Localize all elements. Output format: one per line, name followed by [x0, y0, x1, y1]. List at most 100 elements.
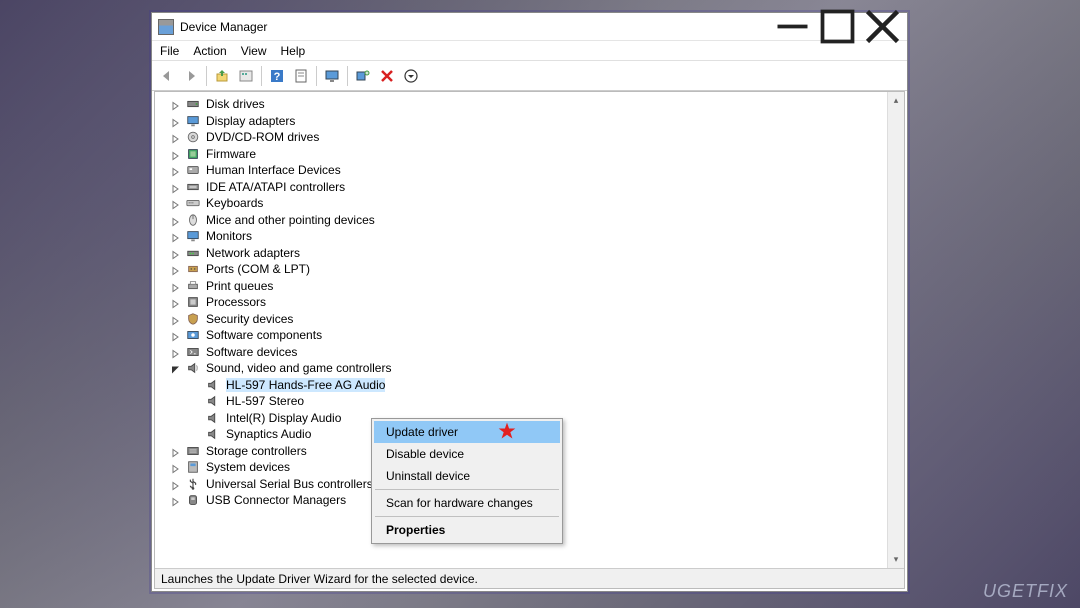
tree-node-display[interactable]: Display adapters [159, 113, 887, 130]
ctx-uninstall-device[interactable]: Uninstall device [374, 465, 560, 487]
node-label: Intel(R) Display Audio [226, 411, 341, 425]
ctx-scan-hardware[interactable]: Scan for hardware changes [374, 492, 560, 514]
maximize-button[interactable] [815, 14, 860, 40]
scan-icon [355, 68, 371, 84]
scroll-down-button[interactable]: ▾ [888, 551, 904, 568]
show-hidden-button[interactable] [235, 65, 257, 87]
tree-node-mouse[interactable]: Mice and other pointing devices [159, 212, 887, 229]
menu-help[interactable]: Help [281, 44, 306, 58]
forward-button[interactable] [180, 65, 202, 87]
show-hidden-icon [238, 68, 254, 84]
help-button[interactable]: ? [266, 65, 288, 87]
tree-node-sound[interactable]: Sound, video and game controllers [159, 360, 887, 377]
chevron-right-icon[interactable] [171, 314, 180, 323]
remove-x-icon [379, 68, 395, 84]
chevron-right-icon[interactable] [171, 463, 180, 472]
node-label: Mice and other pointing devices [206, 213, 375, 227]
tree-node-cpu[interactable]: Processors [159, 294, 887, 311]
tree-node-disk[interactable]: Disk drives [159, 96, 887, 113]
chevron-right-icon[interactable] [171, 347, 180, 356]
context-menu: Update driver Disable device Uninstall d… [371, 418, 563, 544]
node-label: HL-597 Stereo [226, 394, 304, 408]
speaker-icon [205, 378, 221, 392]
chevron-right-icon[interactable] [171, 331, 180, 340]
uninstall-button[interactable] [376, 65, 398, 87]
action-dropdown-button[interactable] [400, 65, 422, 87]
tree-node-hid[interactable]: Human Interface Devices [159, 162, 887, 179]
titlebar[interactable]: Device Manager [152, 13, 907, 41]
ctx-properties[interactable]: Properties [374, 519, 560, 541]
menu-view[interactable]: View [241, 44, 267, 58]
tree-node-audio-device[interactable]: HL-597 Hands-Free AG Audio [159, 377, 887, 394]
forward-arrow-icon [183, 68, 199, 84]
tree-node-security[interactable]: Security devices [159, 311, 887, 328]
menu-file[interactable]: File [160, 44, 179, 58]
chevron-right-icon[interactable] [171, 496, 180, 505]
tree-node-swdev[interactable]: Software devices [159, 344, 887, 361]
ctx-separator [375, 489, 559, 490]
chevron-down-icon[interactable] [171, 364, 180, 373]
node-label: Software devices [206, 345, 297, 359]
tree-node-audio-device[interactable]: HL-597 Stereo [159, 393, 887, 410]
vertical-scrollbar[interactable]: ▴ ▾ [887, 92, 904, 568]
node-label: Software components [206, 328, 322, 342]
window-title: Device Manager [180, 20, 770, 34]
chevron-right-icon[interactable] [171, 182, 180, 191]
firmware-icon [185, 147, 201, 161]
chevron-right-icon[interactable] [171, 166, 180, 175]
tree-node-monitor[interactable]: Monitors [159, 228, 887, 245]
system-icon [185, 460, 201, 474]
speaker-icon [205, 427, 221, 441]
ctx-update-driver[interactable]: Update driver [374, 421, 560, 443]
chevron-right-icon[interactable] [171, 133, 180, 142]
node-label: Keyboards [206, 196, 263, 210]
properties-icon [293, 68, 309, 84]
display-icon [185, 114, 201, 128]
chevron-right-icon[interactable] [171, 100, 180, 109]
menu-action[interactable]: Action [193, 44, 226, 58]
scroll-track[interactable] [888, 109, 904, 551]
chevron-right-icon[interactable] [171, 215, 180, 224]
node-label: System devices [206, 460, 290, 474]
storage-icon [185, 444, 201, 458]
chevron-right-icon[interactable] [171, 281, 180, 290]
update-driver-button[interactable] [321, 65, 343, 87]
disk-icon [185, 97, 201, 111]
chevron-right-icon[interactable] [171, 479, 180, 488]
tree-node-firmware[interactable]: Firmware [159, 146, 887, 163]
chevron-right-icon[interactable] [171, 248, 180, 257]
ctx-disable-device[interactable]: Disable device [374, 443, 560, 465]
tree-node-dvd[interactable]: DVD/CD-ROM drives [159, 129, 887, 146]
minimize-button[interactable] [770, 14, 815, 40]
node-label: Universal Serial Bus controllers [206, 477, 373, 491]
chevron-right-icon[interactable] [171, 265, 180, 274]
tree-node-ide[interactable]: IDE ATA/ATAPI controllers [159, 179, 887, 196]
back-button[interactable] [156, 65, 178, 87]
tree-node-swcomp[interactable]: Software components [159, 327, 887, 344]
chevron-right-icon[interactable] [171, 298, 180, 307]
chevron-right-icon[interactable] [171, 199, 180, 208]
svg-text:?: ? [274, 71, 281, 83]
tree-node-network[interactable]: Network adapters [159, 245, 887, 262]
tree-node-port[interactable]: Ports (COM & LPT) [159, 261, 887, 278]
scroll-up-button[interactable]: ▴ [888, 92, 904, 109]
up-button[interactable] [211, 65, 233, 87]
folder-up-icon [214, 68, 230, 84]
speaker-icon [205, 411, 221, 425]
monitor-icon [185, 229, 201, 243]
node-label: Firmware [206, 147, 256, 161]
properties-button[interactable] [290, 65, 312, 87]
menubar: File Action View Help [152, 41, 907, 61]
chevron-right-icon[interactable] [171, 446, 180, 455]
tree-node-print[interactable]: Print queues [159, 278, 887, 295]
chevron-right-icon[interactable] [171, 149, 180, 158]
chevron-right-icon[interactable] [171, 116, 180, 125]
close-button[interactable] [860, 14, 905, 40]
chevron-right-icon[interactable] [171, 232, 180, 241]
hid-icon [185, 163, 201, 177]
dvd-icon [185, 130, 201, 144]
scan-hardware-button[interactable] [352, 65, 374, 87]
toolbar: ? [152, 61, 907, 91]
tree-node-keyboard[interactable]: Keyboards [159, 195, 887, 212]
sound-icon [185, 361, 201, 375]
